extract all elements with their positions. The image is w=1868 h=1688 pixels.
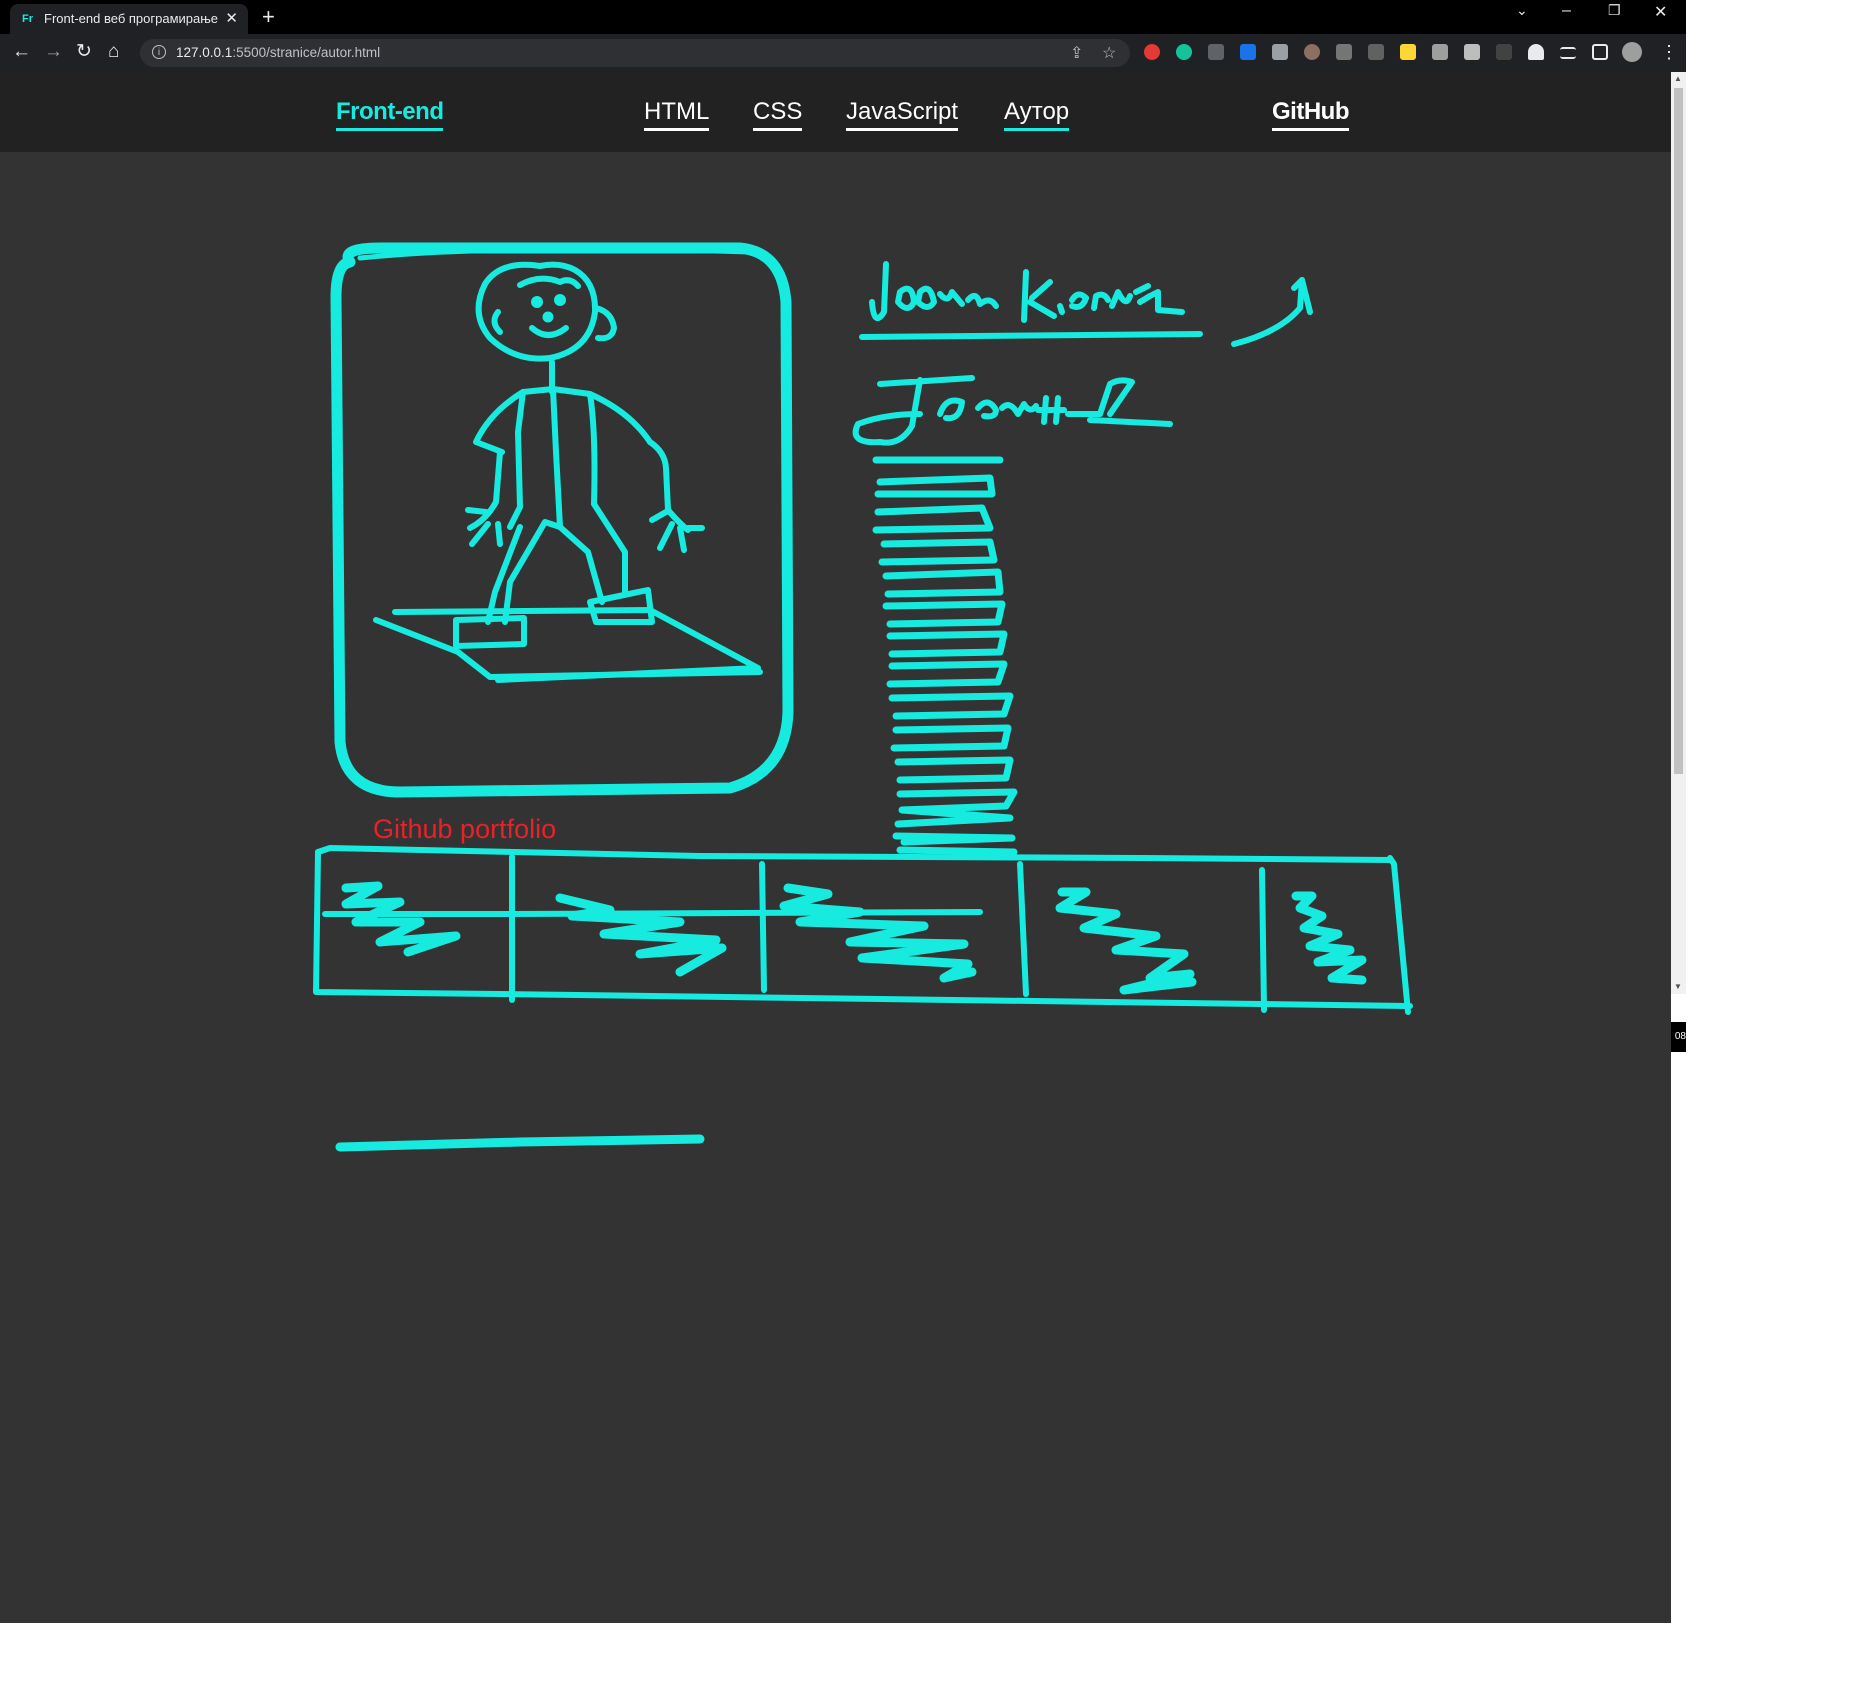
extension-icon[interactable]: [1272, 44, 1288, 60]
restore-icon[interactable]: ❐: [1608, 2, 1621, 19]
extension-icon[interactable]: [1240, 44, 1256, 60]
extension-icon[interactable]: [1304, 44, 1320, 60]
close-window-icon[interactable]: ✕: [1654, 2, 1667, 22]
share-icon[interactable]: ⇪: [1070, 43, 1083, 63]
new-tab-plus-icon[interactable]: +: [262, 4, 275, 30]
nav-link-html[interactable]: HTML: [644, 98, 710, 131]
url-path: :5500/stranice/autor.html: [232, 45, 381, 60]
extension-icon[interactable]: [1464, 44, 1480, 60]
extension-icon[interactable]: [1432, 44, 1448, 60]
profile-avatar[interactable]: [1622, 42, 1642, 62]
extensions-puzzle-icon[interactable]: [1528, 44, 1544, 60]
scroll-up-arrow-icon[interactable]: ▲: [1674, 74, 1682, 83]
reading-list-icon[interactable]: [1560, 47, 1576, 59]
minimize-icon[interactable]: –: [1562, 2, 1571, 20]
portfolio-cell-scribbles: [341, 881, 1367, 995]
extension-icon[interactable]: [1496, 44, 1512, 60]
author-bio-scribble: [872, 456, 1018, 856]
nav-link-css[interactable]: CSS: [753, 98, 803, 131]
browser-menu-icon[interactable]: ⋮: [1660, 41, 1678, 63]
bookmark-star-icon[interactable]: ☆: [1102, 43, 1116, 63]
site-header: Front-end HTML CSS JavaScript Аутор GitH…: [0, 72, 1671, 152]
author-sketch-drawing: [313, 242, 1413, 1152]
scrollbar-thumb[interactable]: [1674, 88, 1683, 774]
github-link[interactable]: GitHub: [1272, 98, 1349, 131]
tab-search-chevron-icon[interactable]: ⌄: [1516, 2, 1528, 19]
extension-grammarly-icon[interactable]: [1176, 44, 1192, 60]
side-panel-icon[interactable]: [1592, 44, 1608, 60]
portfolio-label: Github portfolio: [373, 814, 557, 844]
browser-tab[interactable]: Fr Front-end веб програмирање ✕: [10, 4, 248, 34]
site-favicon-icon: Fr: [22, 13, 33, 25]
reload-icon[interactable]: ↻: [76, 41, 92, 63]
extension-icon[interactable]: [1400, 44, 1416, 60]
extension-icon[interactable]: [1368, 44, 1384, 60]
address-bar[interactable]: i 127.0.0.1:5500/stranice/autor.html ⇪ ☆: [140, 39, 1130, 67]
stick-figure-icon: [373, 261, 763, 683]
home-icon[interactable]: ⌂: [108, 41, 119, 63]
back-arrow-icon[interactable]: ←: [12, 41, 31, 63]
nav-link-javascript[interactable]: JavaScript: [846, 98, 959, 131]
tab-title: Front-end веб програмирање: [44, 11, 219, 26]
url-host: 127.0.0.1: [176, 45, 233, 60]
tab-close-icon[interactable]: ✕: [225, 9, 238, 27]
github-portfolio-table: [313, 845, 1413, 1015]
footer-line-scribble: [335, 1134, 705, 1152]
extension-adblock-icon[interactable]: [1144, 44, 1160, 60]
browser-toolbar: ← → ↻ ⌂ i 127.0.0.1:5500/stranice/autor.…: [0, 34, 1686, 72]
author-handle-scribble: [852, 375, 1173, 446]
nav-link-author[interactable]: Аутор: [1004, 98, 1070, 131]
address-url: 127.0.0.1:5500/stranice/autor.html: [176, 45, 380, 60]
brand-link[interactable]: Front-end: [336, 98, 444, 131]
browser-tab-strip: Fr Front-end веб програмирање ✕ + ⌄ – ❐ …: [0, 0, 1686, 34]
extension-download-icon[interactable]: [1336, 44, 1352, 60]
scroll-down-arrow-icon[interactable]: ▼: [1674, 982, 1682, 991]
page-viewport: Front-end HTML CSS JavaScript Аутор GitH…: [0, 72, 1671, 1623]
extension-icon[interactable]: [1208, 44, 1224, 60]
author-name-scribble: [859, 261, 1313, 347]
page-scrollbar[interactable]: ▲ ▼: [1671, 72, 1686, 994]
side-badge: 08: [1671, 1022, 1686, 1052]
forward-arrow-icon[interactable]: →: [44, 41, 63, 63]
site-info-icon[interactable]: i: [152, 45, 166, 59]
